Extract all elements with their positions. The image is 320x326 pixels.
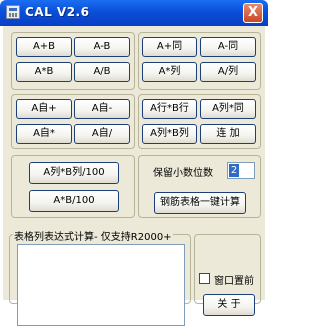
percent-button[interactable]: A*B/100: [29, 190, 119, 212]
self-multiply-button[interactable]: A自*: [16, 124, 72, 144]
add-button[interactable]: A+B: [16, 37, 72, 57]
title-bar[interactable]: CAL V2.6 X: [0, 0, 268, 26]
decimals-value: 2: [229, 164, 239, 177]
close-button[interactable]: X: [243, 3, 263, 23]
add-same-button[interactable]: A+同: [142, 37, 197, 57]
column-multiply-same-button[interactable]: A列*同: [200, 99, 256, 119]
about-button[interactable]: 关 于: [203, 294, 255, 316]
divide-column-button[interactable]: A/列: [200, 62, 256, 82]
column-percent-button[interactable]: A列*B列/100: [29, 162, 119, 184]
self-divide-button[interactable]: A自/: [74, 124, 130, 144]
main-panel: A+B A-B A*B A/B A+同 A-同 A*列 A/列 A自+ A自- …: [3, 26, 265, 326]
steel-table-button[interactable]: 钢筋表格一键计算: [154, 192, 246, 214]
subtract-button[interactable]: A-B: [74, 37, 130, 57]
multiply-column-button[interactable]: A*列: [142, 62, 197, 82]
self-subtract-button[interactable]: A自-: [74, 99, 130, 119]
self-add-button[interactable]: A自+: [16, 99, 72, 119]
window-top-label: 窗口置前: [214, 276, 254, 287]
decimals-label: 保留小数位数: [153, 168, 213, 179]
expression-textarea[interactable]: [17, 244, 185, 326]
concat-add-button[interactable]: 连 加: [200, 124, 256, 144]
column-multiply-column-button[interactable]: A列*B列: [142, 124, 197, 144]
window-title: CAL V2.6: [25, 5, 90, 19]
window-top-checkbox[interactable]: [199, 273, 210, 284]
subtract-same-button[interactable]: A-同: [200, 37, 256, 57]
calculator-icon: [6, 5, 20, 19]
expression-group-title: 表格列表达式计算- 仅支持R2000+: [13, 228, 173, 243]
multiply-button[interactable]: A*B: [16, 62, 72, 82]
row-multiply-button[interactable]: A行*B行: [142, 99, 197, 119]
decimals-input[interactable]: 2: [227, 162, 255, 179]
divide-button[interactable]: A/B: [74, 62, 130, 82]
